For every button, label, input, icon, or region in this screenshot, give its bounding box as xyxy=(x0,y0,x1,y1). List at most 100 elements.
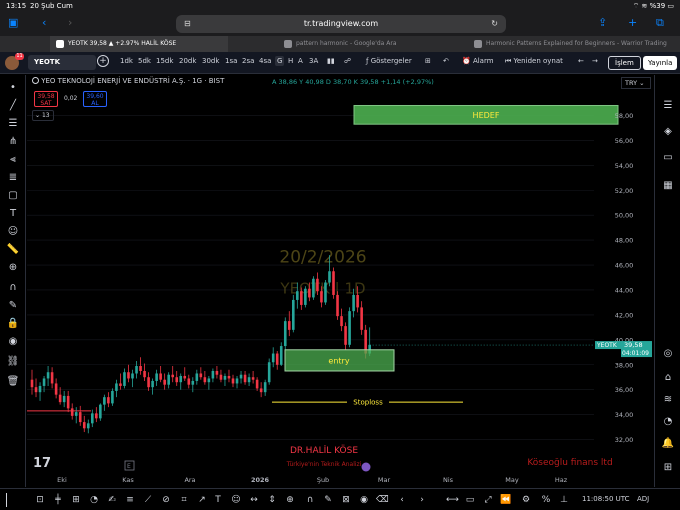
forward-icon[interactable]: › xyxy=(68,16,72,29)
timeframe-3a[interactable]: 3A xyxy=(309,57,318,65)
collapse-panel-icon[interactable] xyxy=(6,493,16,507)
replay-button[interactable]: ⏮ Yeniden oynat xyxy=(505,57,563,66)
wifi-stream-icon[interactable]: ≋ xyxy=(661,393,675,407)
keep-drawing-icon[interactable]: ✎ xyxy=(6,299,20,313)
broadcast-icon[interactable]: ◔ xyxy=(661,415,675,429)
timeframe-h[interactable]: H xyxy=(288,57,293,65)
new-tab-icon[interactable]: + xyxy=(628,16,637,29)
chevron-right-icon[interactable]: › xyxy=(416,493,428,507)
buy-button[interactable]: 39,60 AL xyxy=(83,91,107,107)
brush-icon[interactable]: ✍ xyxy=(106,493,118,507)
text-tool-icon[interactable]: T xyxy=(6,207,20,221)
utc-clock[interactable]: 11:08:50 UTC xyxy=(582,495,630,503)
price-chart[interactable]: HEDEF 20/2/2026 YEOTK | 1D Stoploss entr… xyxy=(27,75,653,487)
fullscreen-icon[interactable]: ⤢ xyxy=(482,493,494,507)
price-range-icon[interactable]: ⇕ xyxy=(266,493,278,507)
reload-icon[interactable]: ↻ xyxy=(491,15,498,33)
range-arrow-icon[interactable]: ⟷ xyxy=(446,493,459,507)
trash-icon[interactable]: 🗑 xyxy=(6,375,20,389)
visibility-eye-icon[interactable]: ◉ xyxy=(6,335,20,349)
percent-icon[interactable]: % xyxy=(540,493,552,507)
calendar-icon[interactable]: ▦ xyxy=(661,179,675,193)
lock-icon[interactable]: 🔒 xyxy=(6,317,20,331)
timeframe-15dk[interactable]: 15dk xyxy=(156,57,173,65)
crosshair-icon[interactable]: ╪ xyxy=(52,493,64,507)
watchlist-icon[interactable]: ☰ xyxy=(661,99,675,113)
adjust-toggle[interactable]: ADJ xyxy=(637,495,649,503)
lines-icon[interactable]: ≡ xyxy=(124,493,136,507)
rewind-icon[interactable]: ⏪ xyxy=(500,493,512,507)
currency-selector[interactable]: TRY ⌄ xyxy=(621,77,651,89)
timeframe-1sa[interactable]: 1sa xyxy=(225,57,237,65)
share-icon[interactable]: ⇪ xyxy=(598,16,607,29)
undo-arrow-icon[interactable]: ← xyxy=(578,57,584,65)
eye-bottom-icon[interactable]: ◉ xyxy=(358,493,370,507)
timeframe-30dk[interactable]: 30dk xyxy=(202,57,219,65)
redo-arrow-icon[interactable]: → xyxy=(592,57,598,65)
back-icon[interactable]: ‹ xyxy=(42,16,46,29)
chevron-left-icon[interactable]: ‹ xyxy=(396,493,408,507)
chart-style-icon[interactable]: ☍ xyxy=(344,57,351,65)
cursor-dot-icon[interactable]: • xyxy=(6,81,20,95)
screenshot-icon[interactable]: ▭ xyxy=(464,493,476,507)
timeframe-g[interactable]: G xyxy=(275,56,285,66)
reader-options-icon[interactable]: ⊟ xyxy=(184,15,191,33)
gann-fan-icon[interactable]: ⫷ xyxy=(6,153,20,167)
browser-tab-tradingview[interactable]: YEOTK 39,58 ▲ +2.97% HALİL KÖSE xyxy=(50,36,228,52)
chat-icon[interactable]: ▭ xyxy=(661,151,675,165)
cycles-icon[interactable]: ⊘ xyxy=(160,493,172,507)
symbol-search-button[interactable]: YEOTK xyxy=(28,55,96,70)
indicator-visibility-toggle[interactable]: ⌄ 13 xyxy=(32,110,54,121)
lock-bottom-icon[interactable]: ⊠ xyxy=(340,493,352,507)
text-icon[interactable]: T xyxy=(212,493,224,507)
box-select-icon[interactable]: ⊡ xyxy=(34,493,46,507)
ideas-icon[interactable]: ⌂ xyxy=(661,371,675,385)
compare-symbol-icon[interactable]: + xyxy=(97,55,109,67)
browser-tab-google[interactable]: pattern harmonic - Google'da Ara xyxy=(278,36,468,52)
rectangle-icon[interactable]: ▢ xyxy=(6,189,20,203)
templates-icon[interactable]: ⊞ xyxy=(425,57,431,65)
pencil-icon[interactable]: ✎ xyxy=(322,493,334,507)
sell-button[interactable]: 39,58 SAT xyxy=(34,91,58,107)
apps-grid-icon[interactable]: ⊞ xyxy=(661,461,675,475)
forecast-icon[interactable]: ⌗ xyxy=(178,493,190,507)
timeframe-4sa[interactable]: 4sa xyxy=(259,57,271,65)
fib-retracement-icon[interactable]: ≣ xyxy=(6,171,20,185)
timeframe-a[interactable]: A xyxy=(298,57,303,65)
measure-icon[interactable]: ⊞ xyxy=(70,493,82,507)
log-scale-icon[interactable]: ⊥ xyxy=(558,493,570,507)
dividend-marker-icon[interactable] xyxy=(361,462,371,472)
magnet-icon[interactable]: ∩ xyxy=(6,281,20,295)
tab-overview-icon[interactable]: ⧉ xyxy=(656,16,664,30)
undo-icon[interactable]: ↶ xyxy=(443,57,449,65)
symbol-legend[interactable]: YEO TEKNOLOJİ ENERJİ VE ENDÜSTRİ A.Ş. · … xyxy=(32,77,224,85)
bell-icon[interactable]: 🔔 xyxy=(661,437,675,451)
timeframe-20dk[interactable]: 20dk xyxy=(179,57,196,65)
zoom-icon[interactable]: ⊕ xyxy=(284,493,296,507)
trash-bottom-icon[interactable]: ⌫ xyxy=(376,493,389,507)
timeframe-2sa[interactable]: 2sa xyxy=(242,57,254,65)
link-icon[interactable]: ⛓ xyxy=(6,355,20,369)
timeframe-1dk[interactable]: 1dk xyxy=(120,57,133,65)
emoji-icon[interactable]: ☺ xyxy=(6,225,20,239)
range-icon[interactable]: ↔ xyxy=(248,493,260,507)
pitchfork-icon[interactable]: ⋔ xyxy=(6,135,20,149)
browser-tab-warrior[interactable]: Harmonic Patterns Explained for Beginner… xyxy=(468,36,680,52)
trade-button[interactable]: İşlem xyxy=(608,56,641,70)
magnet-bottom-icon[interactable]: ∩ xyxy=(304,493,316,507)
ellipse-icon[interactable]: ◔ xyxy=(88,493,100,507)
publish-button[interactable]: Yayınla xyxy=(643,56,678,70)
trend-line-icon[interactable]: ╱ xyxy=(6,99,20,113)
timeframe-5dk[interactable]: 5dk xyxy=(138,57,151,65)
sidebar-icon[interactable]: ▣ xyxy=(8,16,18,29)
address-bar[interactable]: ⊟ tr.tradingview.com ↻ xyxy=(176,15,506,33)
target-icon[interactable]: ◎ xyxy=(661,347,675,361)
chart-type-icon[interactable]: ▮▮ xyxy=(327,57,335,65)
smile-icon[interactable]: ☺ xyxy=(230,493,242,507)
settings-icon[interactable]: ⚙ xyxy=(520,493,532,507)
ruler-icon[interactable]: 📏 xyxy=(6,243,20,257)
layers-icon[interactable]: ◈ xyxy=(661,125,675,139)
arrow-icon[interactable]: ↗ xyxy=(196,493,208,507)
alarm-button[interactable]: ⏰ Alarm xyxy=(462,57,494,65)
zoom-in-icon[interactable]: ⊕ xyxy=(6,261,20,275)
